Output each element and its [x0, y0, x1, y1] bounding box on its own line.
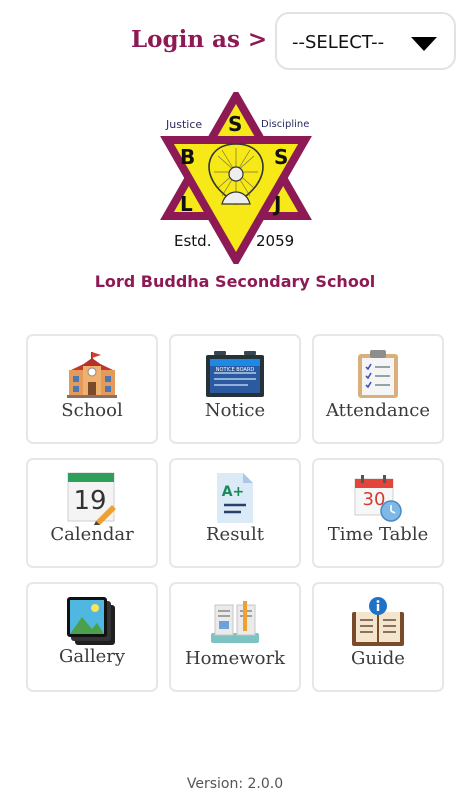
school-logo: Justice Discipline S B S L J Estd. 2059	[160, 87, 312, 269]
menu-tile-timetable[interactable]: 30 Time Table	[312, 458, 444, 568]
logo-letter-right-upper: S	[274, 145, 289, 169]
logo-estd-label: Estd.	[174, 232, 212, 250]
notice-board-icon: NOTICE BOARD	[171, 346, 299, 402]
menu-label-guide: Guide	[351, 648, 405, 669]
menu-label-calendar: Calendar	[50, 524, 134, 545]
menu-tile-attendance[interactable]: Attendance	[312, 334, 444, 444]
homework-icon	[171, 594, 299, 650]
menu-tile-homework[interactable]: Homework	[169, 582, 301, 692]
logo-motto-left: Justice	[166, 118, 203, 131]
school-name: Lord Buddha Secondary School	[94, 272, 376, 291]
menu-label-notice: Notice	[204, 400, 266, 421]
menu-tile-notice[interactable]: NOTICE BOARD Notice	[169, 334, 301, 444]
logo-letter-left-lower: L	[180, 192, 193, 216]
result-icon-grade: A+	[221, 484, 245, 500]
menu-tile-result[interactable]: A+ Result	[169, 458, 301, 568]
logo-letter-left-upper: B	[180, 145, 196, 169]
logo-letter-right-lower: J	[274, 192, 282, 216]
timetable-icon: 30	[314, 470, 442, 526]
notice-board-icon-text: NOTICE BOARD	[215, 367, 255, 373]
app-version: Version: 2.0.0	[186, 776, 284, 792]
menu-label-attendance: Attendance	[326, 400, 430, 421]
logo-motto-right: Discipline	[261, 119, 310, 130]
calendar-icon-day: 19	[73, 486, 107, 516]
chevron-down-icon	[411, 37, 437, 51]
menu-tile-guide[interactable]: Guide	[312, 582, 444, 692]
guide-book-icon	[314, 594, 442, 650]
result-sheet-icon: A+	[171, 470, 299, 526]
menu-label-result: Result	[205, 524, 265, 545]
menu-label-homework: Homework	[184, 648, 285, 669]
menu-label-timetable: Time Table	[327, 524, 429, 545]
menu-tile-calendar[interactable]: 19 Calendar	[26, 458, 158, 568]
logo-letter-top: S	[228, 112, 243, 136]
logo-estd-year: 2059	[256, 232, 295, 250]
school-building-icon	[28, 346, 156, 402]
role-select-value: --SELECT--	[292, 32, 385, 53]
calendar-icon: 19	[28, 470, 156, 526]
gallery-icon	[28, 594, 156, 650]
timetable-icon-day: 30	[362, 489, 386, 510]
menu-label-school: School	[61, 400, 123, 421]
clipboard-checklist-icon	[314, 346, 442, 402]
role-select[interactable]: --SELECT--	[275, 12, 456, 70]
login-as-label: Login as >	[131, 26, 268, 53]
login-row: Login as > --SELECT--	[0, 12, 470, 72]
menu-tile-school[interactable]: School	[26, 334, 158, 444]
menu-tile-gallery[interactable]: Gallery	[26, 582, 158, 692]
menu-label-gallery: Gallery	[58, 646, 126, 667]
